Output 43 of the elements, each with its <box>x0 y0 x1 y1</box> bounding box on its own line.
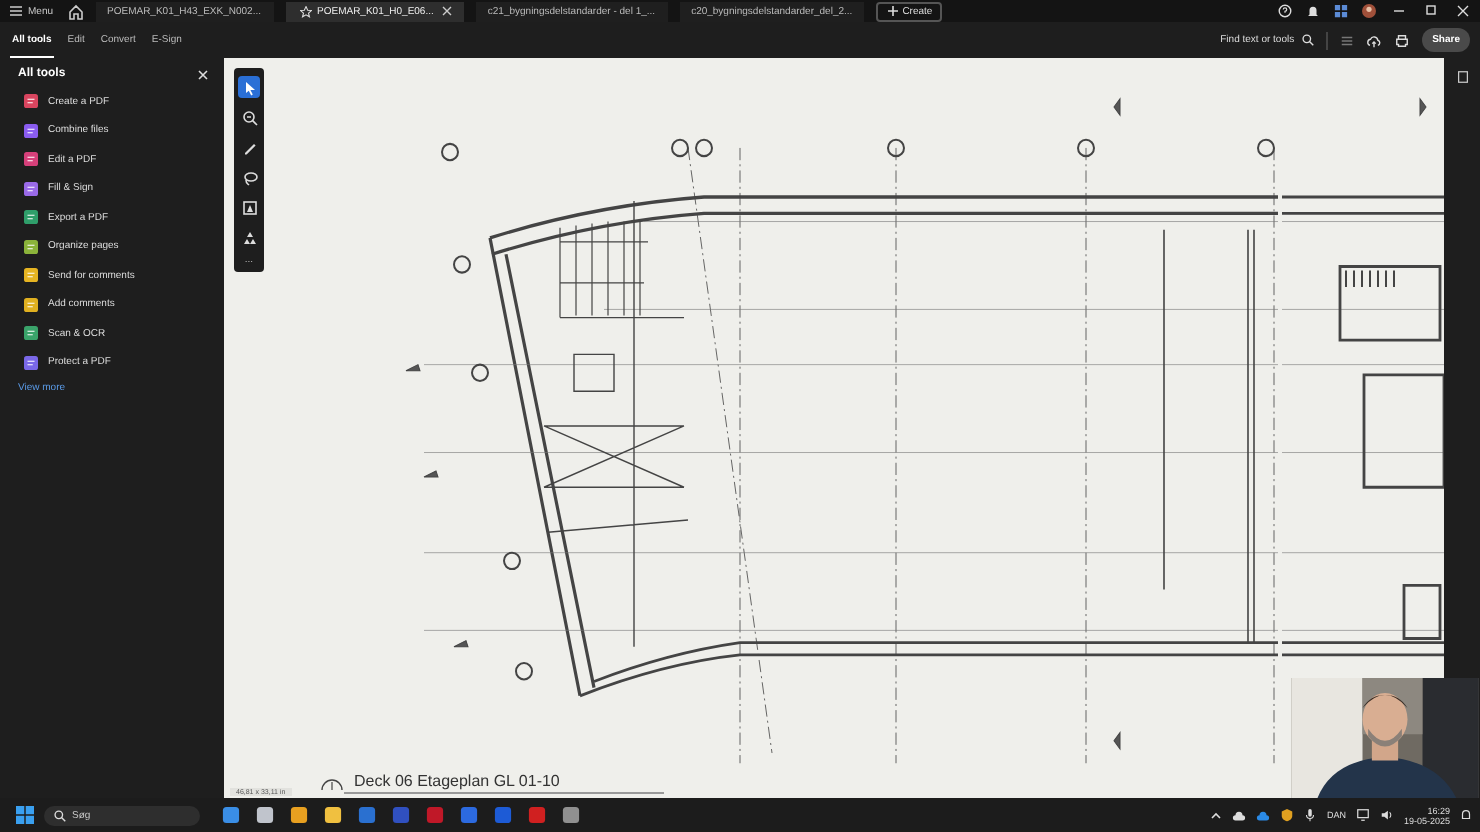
bell-icon[interactable] <box>1306 4 1320 18</box>
avatar-icon[interactable] <box>1362 4 1376 18</box>
tool-icon[interactable] <box>24 181 38 195</box>
maximize-icon[interactable] <box>1422 4 1440 18</box>
scroll-bar[interactable] <box>344 792 664 794</box>
apps-icon[interactable] <box>1334 4 1348 18</box>
help-icon[interactable] <box>1278 4 1292 18</box>
notification-icon[interactable] <box>1460 808 1472 822</box>
close-icon[interactable] <box>1454 4 1472 18</box>
pages-icon[interactable] <box>1455 70 1469 84</box>
tool-icon[interactable] <box>24 123 38 137</box>
search-icon <box>54 809 66 821</box>
shield-icon[interactable] <box>1280 808 1295 822</box>
plus-icon <box>888 6 899 16</box>
close-icon[interactable] <box>441 6 452 16</box>
speaker-icon[interactable] <box>1379 808 1394 822</box>
shapes-icon <box>241 229 257 245</box>
list-icon[interactable] <box>1340 33 1355 47</box>
tool-icon[interactable] <box>24 239 38 253</box>
chevron-up-icon[interactable] <box>1210 809 1223 821</box>
microphone-icon[interactable] <box>1304 808 1317 822</box>
cloud-upload-icon[interactable] <box>1366 33 1383 47</box>
pointer-icon <box>241 79 257 95</box>
close-icon[interactable] <box>198 69 208 79</box>
canvas-tool-button[interactable] <box>238 76 260 98</box>
stamp-icon <box>241 199 257 215</box>
home-icon[interactable] <box>67 3 84 19</box>
star-icon <box>299 5 312 17</box>
menu-icon <box>10 6 22 16</box>
zoom-icon <box>241 109 257 125</box>
drawing-title: Deck 06 Etageplan GL 01-10 <box>354 774 560 790</box>
printer-icon[interactable] <box>1394 33 1411 47</box>
tool-icon[interactable] <box>24 355 38 369</box>
canvas-tool-button[interactable] <box>238 166 260 188</box>
search-icon <box>1302 34 1315 46</box>
start-icon[interactable] <box>16 806 34 824</box>
canvas-tool-button[interactable] <box>238 196 260 218</box>
tool-icon[interactable] <box>24 297 38 311</box>
canvas-tool-button[interactable] <box>238 106 260 128</box>
monitor-icon[interactable] <box>1355 808 1370 822</box>
pen-icon <box>241 139 257 155</box>
lasso-icon <box>241 169 257 185</box>
minimize-icon[interactable] <box>1390 4 1408 18</box>
